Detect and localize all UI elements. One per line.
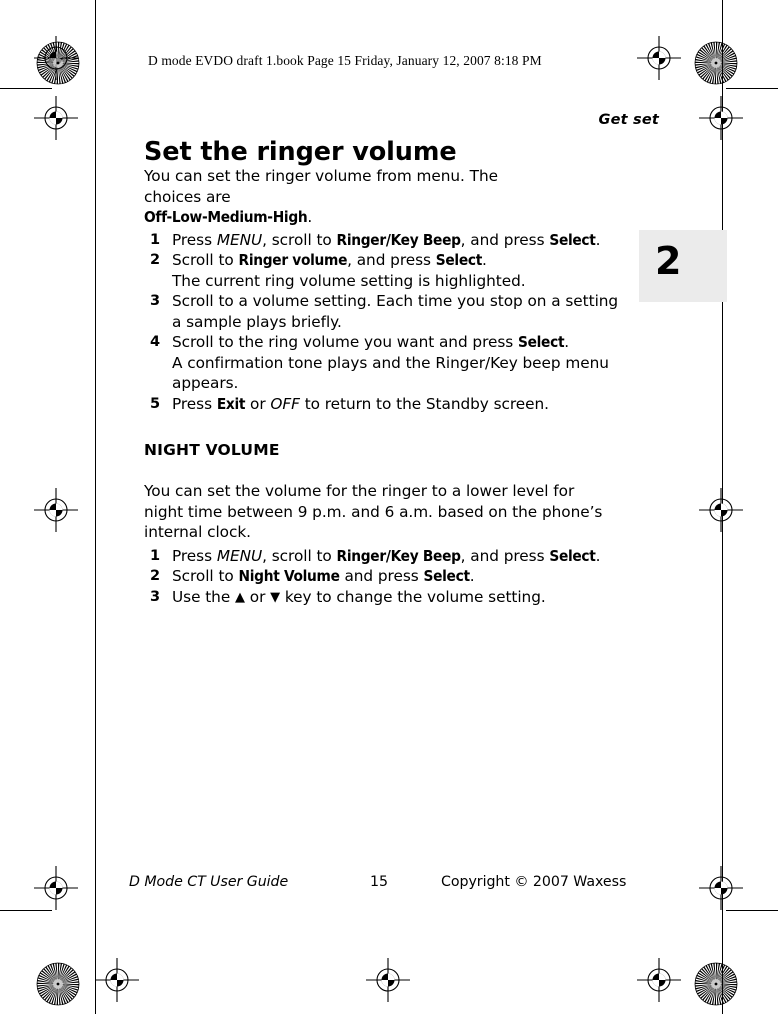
step-number: 3 <box>150 293 161 310</box>
step-text: Scroll to the ring volume you want and p… <box>172 333 518 352</box>
running-head: Get set <box>598 112 659 128</box>
ui-label: Select <box>423 567 470 586</box>
step-item: 3 Use the ▲ or ▼ key to change the volume… <box>144 587 624 608</box>
key-label: MENU <box>216 230 263 249</box>
steps-primary: 1 Press MENU, scroll to Ringer/Key Beep, … <box>144 230 624 415</box>
ui-label: Ringer/Key Beep <box>336 230 461 249</box>
page-content: Set the ringer volume You can set the ri… <box>144 138 624 607</box>
step-text: Scroll to <box>172 567 239 586</box>
step-text: . <box>564 333 570 352</box>
step-number: 4 <box>150 334 161 351</box>
ui-label: Ringer/Key Beep <box>336 546 461 565</box>
step-number: 1 <box>150 547 161 564</box>
step-note: The current ring volume setting is highl… <box>172 271 526 290</box>
chapter-tab: 2 <box>639 230 727 302</box>
step-item: 2 Scroll to Night Volume and press Select… <box>144 566 624 587</box>
volume-choices: Off-Low-Medium-High <box>144 208 308 227</box>
ui-label: Night Volume <box>238 567 340 586</box>
step-text: , scroll to <box>262 230 337 249</box>
step-text: and press <box>339 567 424 586</box>
step-item: 1 Press MENU, scroll to Ringer/Key Beep, … <box>144 546 624 567</box>
chapter-number: 2 <box>655 239 682 283</box>
step-text: , scroll to <box>262 546 337 565</box>
page-title: Set the ringer volume <box>144 137 457 167</box>
intro-line-2: choices are <box>144 187 231 206</box>
step-text: Press <box>172 230 217 249</box>
step-item: 3 Scroll to a volume setting. Each time y… <box>144 291 624 332</box>
step-text: Scroll to a volume setting. Each time yo… <box>172 292 619 331</box>
step-text: . <box>469 567 475 586</box>
step-text: , and press <box>347 251 436 270</box>
step-text: , and press <box>460 230 550 249</box>
steps-night: 1 Press MENU, scroll to Ringer/Key Beep, … <box>144 546 624 608</box>
step-text: or <box>244 587 271 606</box>
step-item: 4 Scroll to the ring volume you want and … <box>144 332 624 353</box>
key-label: OFF <box>270 394 300 413</box>
intro-paragraph: You can set the ringer volume from menu.… <box>144 166 606 228</box>
step-text: Scroll to <box>172 251 239 270</box>
step-number: 3 <box>150 588 161 605</box>
step-text: to return to the Standby screen. <box>299 394 549 413</box>
step-number: 2 <box>150 568 161 585</box>
step-item: 1 Press MENU, scroll to Ringer/Key Beep, … <box>144 230 624 251</box>
step-number: 5 <box>150 395 161 412</box>
step-note: A confirmation tone plays and the Ringer… <box>172 353 609 393</box>
step-text: . <box>482 251 487 270</box>
step-number: 2 <box>150 252 161 269</box>
step-number: 1 <box>150 231 161 248</box>
up-arrow-icon: ▲ <box>235 589 245 605</box>
intro-line-1: You can set the ringer volume from menu.… <box>144 167 498 186</box>
intro-period: . <box>307 208 313 227</box>
print-job-header: D mode EVDO draft 1.book Page 15 Friday,… <box>148 53 542 68</box>
step-text: key to change the volume setting. <box>280 587 546 606</box>
ui-label: Select <box>435 251 483 270</box>
down-arrow-icon: ▼ <box>270 589 281 605</box>
document-page: D mode EVDO draft 1.book Page 15 Friday,… <box>0 0 778 1014</box>
key-label: MENU <box>216 546 263 565</box>
step-item: 5 Press Exit or OFF to return to the Stan… <box>144 394 624 415</box>
subhead-night-volume: NIGHT VOLUME <box>144 441 280 460</box>
step-item: 2 Scroll to Ringer volume, and press Sele… <box>144 250 624 271</box>
night-intro-paragraph: You can set the volume for the ringer to… <box>144 482 603 542</box>
ui-label: Ringer volume <box>238 251 348 270</box>
footer-copyright: Copyright © 2007 Waxess <box>441 874 627 890</box>
ui-label: Select <box>549 230 596 249</box>
step-text: or <box>245 394 271 413</box>
step-text: Use the <box>172 587 236 606</box>
step-text: . <box>595 546 601 565</box>
footer-page-number: 15 <box>370 874 388 890</box>
step-text: Press <box>172 546 217 565</box>
ui-label: Select <box>518 333 565 352</box>
ui-label: Exit <box>216 394 246 413</box>
ui-label: Select <box>549 546 596 565</box>
footer-guide-title: D Mode CT User Guide <box>129 874 289 890</box>
step-text: . <box>595 230 601 249</box>
step-text: Press <box>172 394 217 413</box>
step-text: , and press <box>460 546 550 565</box>
